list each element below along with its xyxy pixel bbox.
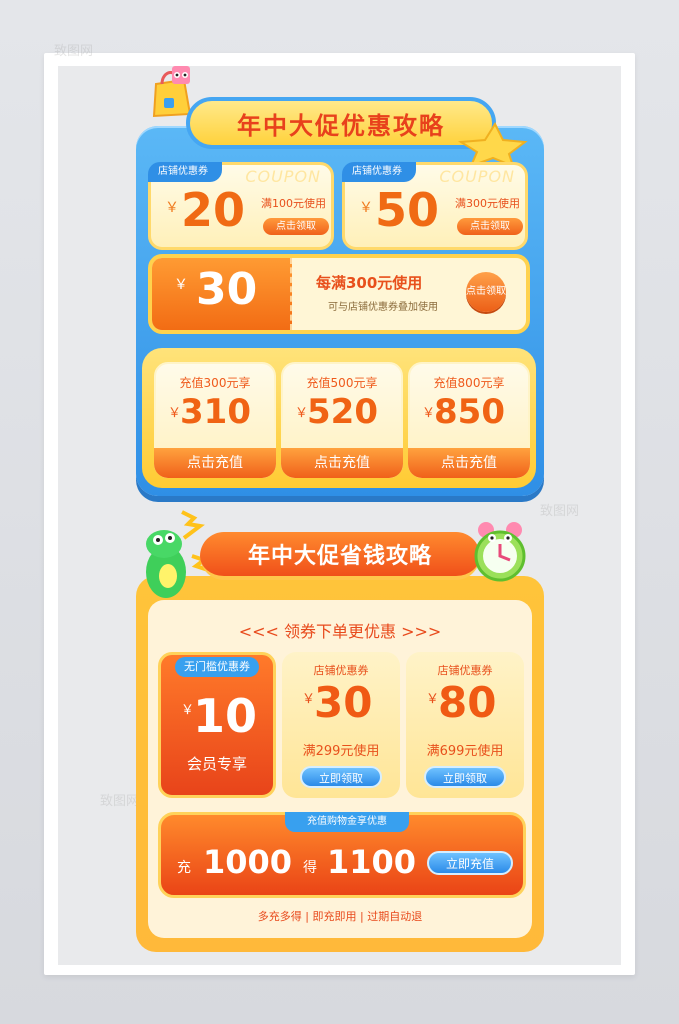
coupon-condition: 满100元使用 [261, 197, 326, 210]
coupon-watermark: COUPON [245, 167, 321, 186]
coupon-amount: 30 [314, 678, 373, 727]
coupon-condition: 满699元使用 [426, 744, 504, 759]
currency-symbol: ￥ [174, 277, 188, 293]
coupon-amount: 50 [375, 183, 440, 237]
coupon-note: 可与店铺优惠券叠加使用 [328, 302, 438, 313]
shop-coupon-card[interactable]: 店铺优惠券 ￥ 30 满299元使用 立即领取 [282, 652, 400, 798]
coupon-amount: 80 [438, 678, 497, 727]
charge-label: 充 [177, 860, 191, 876]
recharge-card[interactable]: 充值300元享 ￥ 310 点击充值 [154, 362, 276, 478]
claim-button[interactable]: 点击领取 [457, 218, 523, 235]
topup-card[interactable]: 充值购物金享优惠 充 1000 得 1100 立即充值 [158, 812, 526, 898]
claim-button[interactable]: 立即领取 [300, 766, 382, 788]
member-coupon-card[interactable]: 无门槛优惠券 ￥ 10 会员专享 [158, 652, 276, 798]
recharge-card[interactable]: 充值500元享 ￥ 520 点击充值 [281, 362, 403, 478]
section2-lead-text: <<< 领券下单更优惠 >>> [238, 622, 442, 641]
recharge-label: 充值300元享 [179, 376, 251, 390]
watermark: 致图网 [54, 44, 94, 59]
coupon-amount-panel: ￥ 30 [152, 258, 292, 330]
recharge-label: 充值500元享 [306, 376, 378, 390]
coupon-amount: 10 [193, 689, 258, 743]
shopping-bag-icon [152, 66, 192, 118]
currency-symbol: ￥ [165, 200, 179, 216]
shop-coupon-card[interactable]: 店铺优惠券 COUPON ￥ 20 满100元使用 点击领取 [148, 162, 334, 250]
claim-button[interactable]: 点击领取 [263, 218, 329, 235]
coupon-tag: 店铺优惠券 [313, 664, 369, 677]
section2-title: 年中大促省钱攻略 [200, 532, 480, 580]
get-label: 得 [303, 860, 317, 876]
coupon-amount: 30 [196, 264, 258, 315]
shop-coupon-card[interactable]: 店铺优惠券 ￥ 80 满699元使用 立即领取 [406, 652, 524, 798]
recharge-label: 充值800元享 [433, 376, 505, 390]
coupon-tag: 无门槛优惠券 [175, 657, 259, 677]
recharge-amount: 850 [434, 392, 505, 432]
watermark: 致图网 [100, 794, 140, 809]
coupon-watermark: COUPON [439, 167, 515, 186]
recharge-button[interactable]: 点击充值 [154, 448, 276, 478]
coupon-condition: 每满300元使用 [316, 274, 423, 292]
shop-coupon-card[interactable]: 店铺优惠券 COUPON ￥ 50 满300元使用 点击领取 [342, 162, 528, 250]
recharge-amount: 520 [307, 392, 378, 432]
recharge-button[interactable]: 点击充值 [281, 448, 403, 478]
topup-tag: 充值购物金享优惠 [285, 812, 409, 832]
recharge-amount: 310 [180, 392, 251, 432]
star-icon [457, 121, 528, 168]
claim-button[interactable]: 立即领取 [424, 766, 506, 788]
watermark: 致图网 [540, 504, 580, 519]
claim-button[interactable]: 点击领取 [466, 272, 506, 312]
charge-value: 1000 [203, 843, 293, 881]
stackable-coupon-card[interactable]: ￥ 30 每满300元使用 可与店铺优惠券叠加使用 点击领取 [148, 254, 530, 334]
footer-note: 多充多得 | 即充即用 | 过期自动退 [257, 910, 423, 923]
coupon-tag: 店铺优惠券 [437, 664, 493, 677]
section1-title: 年中大促优惠攻略 [186, 97, 496, 149]
topup-button[interactable]: 立即充值 [427, 851, 513, 875]
coupon-condition: 满299元使用 [302, 744, 380, 759]
recharge-card[interactable]: 充值800元享 ￥ 850 点击充值 [408, 362, 530, 478]
coupon-caption: 会员专享 [186, 755, 247, 773]
coupon-condition: 满300元使用 [455, 197, 520, 210]
coupon-tag: 店铺优惠券 [342, 162, 416, 182]
alarm-clock-icon [474, 522, 526, 582]
recharge-button[interactable]: 点击充值 [408, 448, 530, 478]
coupon-tag: 店铺优惠券 [148, 162, 222, 182]
coupon-amount: 20 [181, 183, 246, 237]
currency-symbol: ￥ [359, 200, 373, 216]
get-value: 1100 [327, 843, 417, 881]
